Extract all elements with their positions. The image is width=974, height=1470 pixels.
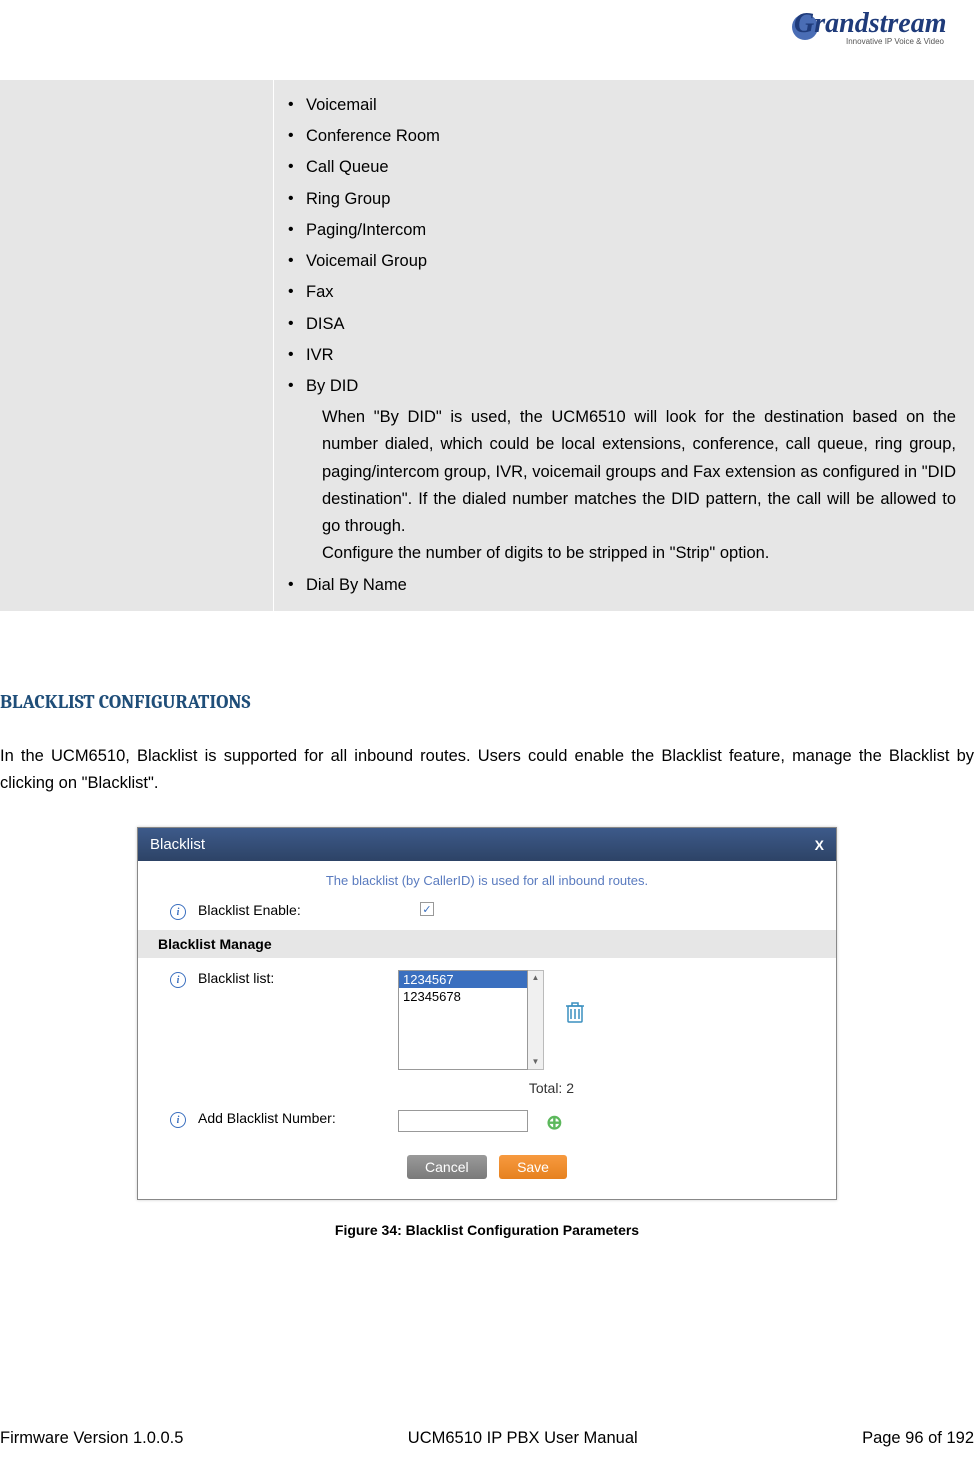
bullet-icon: • [282, 154, 306, 180]
cancel-button[interactable]: Cancel [407, 1155, 487, 1179]
figure-caption: Figure 34: Blacklist Configuration Param… [0, 1222, 974, 1238]
manage-subheader: Blacklist Manage [138, 930, 836, 958]
bullet-item: •Conference Room [282, 123, 962, 150]
footer-title: UCM6510 IP PBX User Manual [408, 1429, 638, 1448]
bullet-item: •Ring Group [282, 186, 962, 213]
intro-paragraph: In the UCM6510, Blacklist is supported f… [0, 743, 974, 797]
bullet-label: Voicemail [306, 92, 962, 119]
page-footer: Firmware Version 1.0.0.5 UCM6510 IP PBX … [0, 1429, 974, 1448]
bullet-icon: • [282, 123, 306, 149]
bullet-item: •Dial By Name [282, 572, 962, 599]
by-did-strip-note: Configure the number of digits to be str… [322, 540, 956, 567]
add-row: i Add Blacklist Number: ⊕ [150, 1110, 824, 1135]
info-icon[interactable]: i [170, 972, 186, 988]
blacklist-listbox[interactable]: 1234567 12345678 [398, 970, 528, 1070]
enable-label: Blacklist Enable: [198, 902, 398, 918]
bullet-icon: • [282, 186, 306, 212]
list-item[interactable]: 1234567 [399, 971, 527, 988]
bullet-icon: • [282, 217, 306, 243]
bullet-item: •IVR [282, 342, 962, 369]
add-number-input[interactable] [398, 1110, 528, 1132]
bullet-label: Fax [306, 279, 962, 306]
bullet-icon: • [282, 342, 306, 368]
list-label: Blacklist list: [198, 970, 398, 986]
bullet-item: •By DID [282, 373, 962, 400]
dialog-title: Blacklist [150, 836, 205, 853]
bullet-label: Ring Group [306, 186, 962, 213]
dialog-header: Blacklist X [138, 828, 836, 861]
bullet-icon: • [282, 572, 306, 598]
dialog-description: The blacklist (by CallerID) is used for … [150, 873, 824, 888]
add-icon[interactable]: ⊕ [546, 1110, 563, 1135]
bullet-label: DISA [306, 311, 962, 338]
bullet-icon: • [282, 279, 306, 305]
options-table: •Voicemail•Conference Room•Call Queue•Ri… [0, 80, 974, 611]
footer-version: Firmware Version 1.0.0.5 [0, 1429, 183, 1448]
bullet-item: •DISA [282, 311, 962, 338]
blacklist-dialog: Blacklist X The blacklist (by CallerID) … [137, 827, 837, 1200]
delete-icon[interactable] [564, 1000, 586, 1030]
bullet-icon: • [282, 92, 306, 118]
logo-brand-text: Grandstream [794, 8, 946, 40]
scroll-down-icon[interactable]: ▼ [532, 1055, 540, 1069]
bullet-label: Conference Room [306, 123, 962, 150]
add-label: Add Blacklist Number: [198, 1110, 398, 1126]
brand-logo: Grandstream Innovative IP Voice & Video [794, 8, 944, 63]
bullet-label: Voicemail Group [306, 248, 962, 275]
bullet-item: •Voicemail [282, 92, 962, 119]
bullet-item: •Paging/Intercom [282, 217, 962, 244]
info-icon[interactable]: i [170, 1112, 186, 1128]
bullet-label: By DID [306, 373, 962, 400]
bullet-icon: • [282, 311, 306, 337]
section-heading: BLACKLIST CONFIGURATIONS [0, 691, 974, 713]
close-icon[interactable]: X [815, 837, 824, 853]
list-row: i Blacklist list: 1234567 12345678 ▲ [150, 970, 824, 1070]
list-item[interactable]: 12345678 [399, 988, 527, 1005]
bullet-item: •Voicemail Group [282, 248, 962, 275]
by-did-description: When "By DID" is used, the UCM6510 will … [322, 404, 956, 540]
bullet-item: •Call Queue [282, 154, 962, 181]
enable-checkbox[interactable]: ✓ [420, 902, 434, 916]
save-button[interactable]: Save [499, 1155, 567, 1179]
total-count: Total: 2 [150, 1080, 824, 1096]
bullet-icon: • [282, 373, 306, 399]
bullet-label: Call Queue [306, 154, 962, 181]
bullet-label: IVR [306, 342, 962, 369]
enable-row: i Blacklist Enable: ✓ [150, 902, 824, 920]
footer-page: Page 96 of 192 [862, 1429, 974, 1448]
destination-type-list: •Voicemail•Conference Room•Call Queue•Ri… [282, 92, 962, 599]
scroll-up-icon[interactable]: ▲ [532, 971, 540, 985]
bullet-item: •Fax [282, 279, 962, 306]
bullet-icon: • [282, 248, 306, 274]
bullet-label: Dial By Name [306, 572, 962, 599]
info-icon[interactable]: i [170, 904, 186, 920]
listbox-scrollbar[interactable]: ▲ ▼ [528, 970, 544, 1070]
bullet-label: Paging/Intercom [306, 217, 962, 244]
